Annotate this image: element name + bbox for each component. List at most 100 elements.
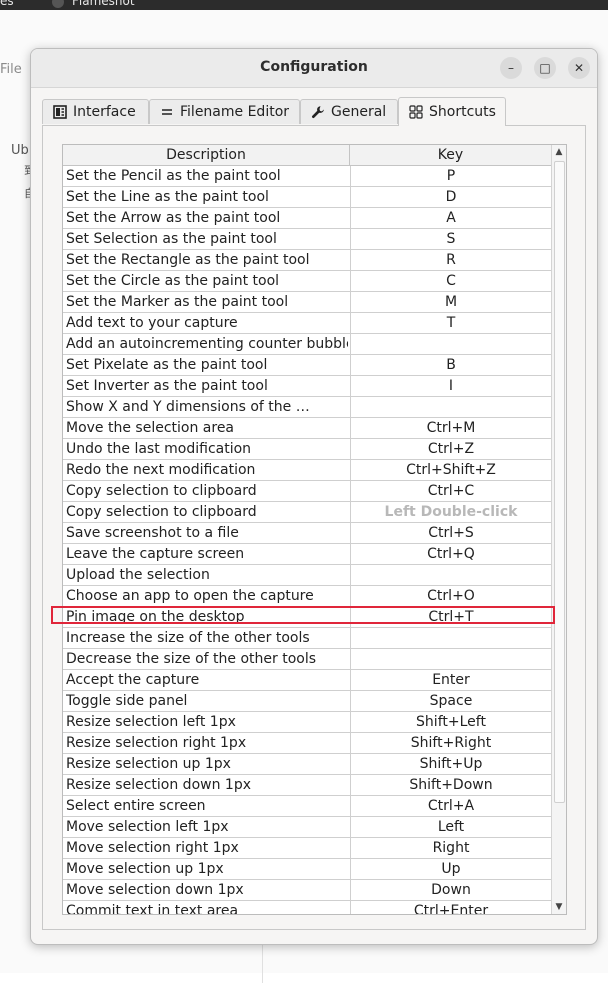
table-row[interactable]: Set Selection as the paint tool S (63, 229, 551, 250)
shortcut-key[interactable]: Ctrl+Z (351, 439, 551, 459)
table-row[interactable]: Add an autoincrementing counter bubble (63, 334, 551, 355)
table-row[interactable]: Save screenshot to a file Ctrl+S (63, 523, 551, 544)
shortcut-key[interactable]: C (351, 271, 551, 291)
grid-icon (409, 105, 423, 119)
shortcut-key[interactable]: Space (351, 691, 551, 711)
table-row[interactable]: Set the Pencil as the paint tool P (63, 166, 551, 187)
shortcut-key[interactable]: Left (351, 817, 551, 837)
tab-interface[interactable]: Interface (42, 99, 149, 124)
table-row[interactable]: Set Inverter as the paint tool I (63, 376, 551, 397)
shortcut-description: Show X and Y dimensions of the … (66, 399, 310, 415)
table-row[interactable]: Add text to your capture T (63, 313, 551, 334)
shortcut-key[interactable]: Ctrl+O (351, 586, 551, 606)
table-row[interactable]: Toggle side panel Space (63, 691, 551, 712)
table-row[interactable]: Copy selection to clipboard Ctrl+C (63, 481, 551, 502)
table-row[interactable]: Move selection down 1px Down (63, 880, 551, 901)
table-row[interactable]: Undo the last modification Ctrl+Z (63, 439, 551, 460)
shortcut-key[interactable]: Ctrl+M (351, 418, 551, 438)
scroll-thumb[interactable] (554, 161, 565, 803)
shortcut-key[interactable]: Ctrl+C (351, 481, 551, 501)
minimize-button[interactable]: – (500, 57, 522, 79)
table-row[interactable]: Move the selection area Ctrl+M (63, 418, 551, 439)
shortcut-key[interactable] (351, 397, 551, 417)
shortcut-key[interactable]: Enter (351, 670, 551, 690)
shortcut-key[interactable] (351, 649, 551, 669)
highlight-box (51, 606, 555, 624)
shortcut-key[interactable]: R (351, 250, 551, 270)
top-bar-app-name[interactable]: Flameshot (72, 0, 135, 8)
shortcut-key[interactable]: D (351, 187, 551, 207)
shortcut-key[interactable]: Ctrl+S (351, 523, 551, 543)
table-row[interactable]: Set the Rectangle as the paint tool R (63, 250, 551, 271)
table-row[interactable]: Resize selection right 1px Shift+Right (63, 733, 551, 754)
table-row[interactable]: Set the Circle as the paint tool C (63, 271, 551, 292)
dialog-titlebar[interactable]: Configuration – □ ✕ (31, 49, 597, 88)
shortcut-key[interactable]: Left Double-click (351, 502, 551, 522)
shortcut-description: Select entire screen (66, 798, 206, 814)
table-row[interactable]: Select entire screen Ctrl+A (63, 796, 551, 817)
shortcut-key[interactable]: Shift+Up (351, 754, 551, 774)
shortcut-description: Toggle side panel (66, 693, 188, 709)
table-row[interactable]: Set Pixelate as the paint tool B (63, 355, 551, 376)
table-row[interactable]: Upload the selection (63, 565, 551, 586)
minimize-icon: – (508, 61, 514, 75)
shortcut-key[interactable]: A (351, 208, 551, 228)
close-button[interactable]: ✕ (568, 57, 590, 79)
table-row[interactable]: Set the Marker as the paint tool M (63, 292, 551, 313)
vertical-scrollbar[interactable]: ▲ ▼ (551, 145, 566, 914)
shortcut-key[interactable] (351, 565, 551, 585)
table-row[interactable]: Leave the capture screen Ctrl+Q (63, 544, 551, 565)
file-menu[interactable]: File (0, 62, 22, 77)
shortcuts-table: Description Key Set the Pencil as the pa… (62, 144, 567, 915)
table-row[interactable]: Choose an app to open the capture Ctrl+O (63, 586, 551, 607)
shortcut-key[interactable]: B (351, 355, 551, 375)
shortcut-key[interactable]: Ctrl+Q (351, 544, 551, 564)
table-row[interactable]: Copy selection to clipboard Left Double-c… (63, 502, 551, 523)
column-header-description[interactable]: Description (63, 145, 350, 165)
maximize-button[interactable]: □ (534, 57, 556, 79)
table-row[interactable]: Move selection right 1px Right (63, 838, 551, 859)
table-row[interactable]: Decrease the size of the other tools (63, 649, 551, 670)
interface-icon (53, 105, 67, 119)
table-row[interactable]: Increase the size of the other tools (63, 628, 551, 649)
table-row[interactable]: Show X and Y dimensions of the … (63, 397, 551, 418)
shortcut-key[interactable]: I (351, 376, 551, 396)
shortcut-description: Decrease the size of the other tools (66, 651, 317, 667)
shortcut-key[interactable]: Ctrl+A (351, 796, 551, 816)
shortcut-key[interactable] (351, 334, 551, 354)
table-row[interactable]: Resize selection down 1px Shift+Down (63, 775, 551, 796)
shortcut-description: Commit text in text area (66, 903, 239, 915)
scroll-down-icon[interactable]: ▼ (552, 900, 566, 914)
configuration-dialog: Configuration – □ ✕ Interface Filename E… (30, 48, 598, 945)
shortcut-key[interactable]: S (351, 229, 551, 249)
table-row[interactable]: Set the Line as the paint tool D (63, 187, 551, 208)
shortcut-key[interactable]: Right (351, 838, 551, 858)
shortcut-key[interactable]: P (351, 166, 551, 186)
table-row[interactable]: Move selection up 1px Up (63, 859, 551, 880)
table-row[interactable]: Commit text in text area Ctrl+Enter (63, 901, 551, 915)
shortcut-key[interactable]: Ctrl+Shift+Z (351, 460, 551, 480)
column-header-key[interactable]: Key (350, 145, 551, 165)
shortcut-key[interactable]: Shift+Left (351, 712, 551, 732)
tab-general[interactable]: General (300, 99, 398, 124)
scroll-up-icon[interactable]: ▲ (552, 145, 566, 159)
shortcut-description: Resize selection left 1px (66, 714, 236, 730)
shortcut-key[interactable]: Up (351, 859, 551, 879)
shortcut-key[interactable]: M (351, 292, 551, 312)
shortcut-key[interactable]: Shift+Right (351, 733, 551, 753)
shortcut-key[interactable]: Ctrl+Enter (351, 901, 551, 914)
shortcut-key[interactable]: Down (351, 880, 551, 900)
tab-shortcuts[interactable]: Shortcuts (398, 97, 506, 126)
table-row[interactable]: Set the Arrow as the paint tool A (63, 208, 551, 229)
shortcut-key[interactable] (351, 628, 551, 648)
table-body: Set the Pencil as the paint tool P Set the… (63, 166, 551, 915)
table-row[interactable]: Resize selection up 1px Shift+Up (63, 754, 551, 775)
table-row[interactable]: Redo the next modification Ctrl+Shift+Z (63, 460, 551, 481)
table-row[interactable]: Move selection left 1px Left (63, 817, 551, 838)
tab-filename-editor[interactable]: Filename Editor (149, 99, 300, 124)
shortcut-description: Move the selection area (66, 420, 235, 436)
shortcut-key[interactable]: T (351, 313, 551, 333)
shortcut-key[interactable]: Shift+Down (351, 775, 551, 795)
table-row[interactable]: Resize selection left 1px Shift+Left (63, 712, 551, 733)
table-row[interactable]: Accept the capture Enter (63, 670, 551, 691)
